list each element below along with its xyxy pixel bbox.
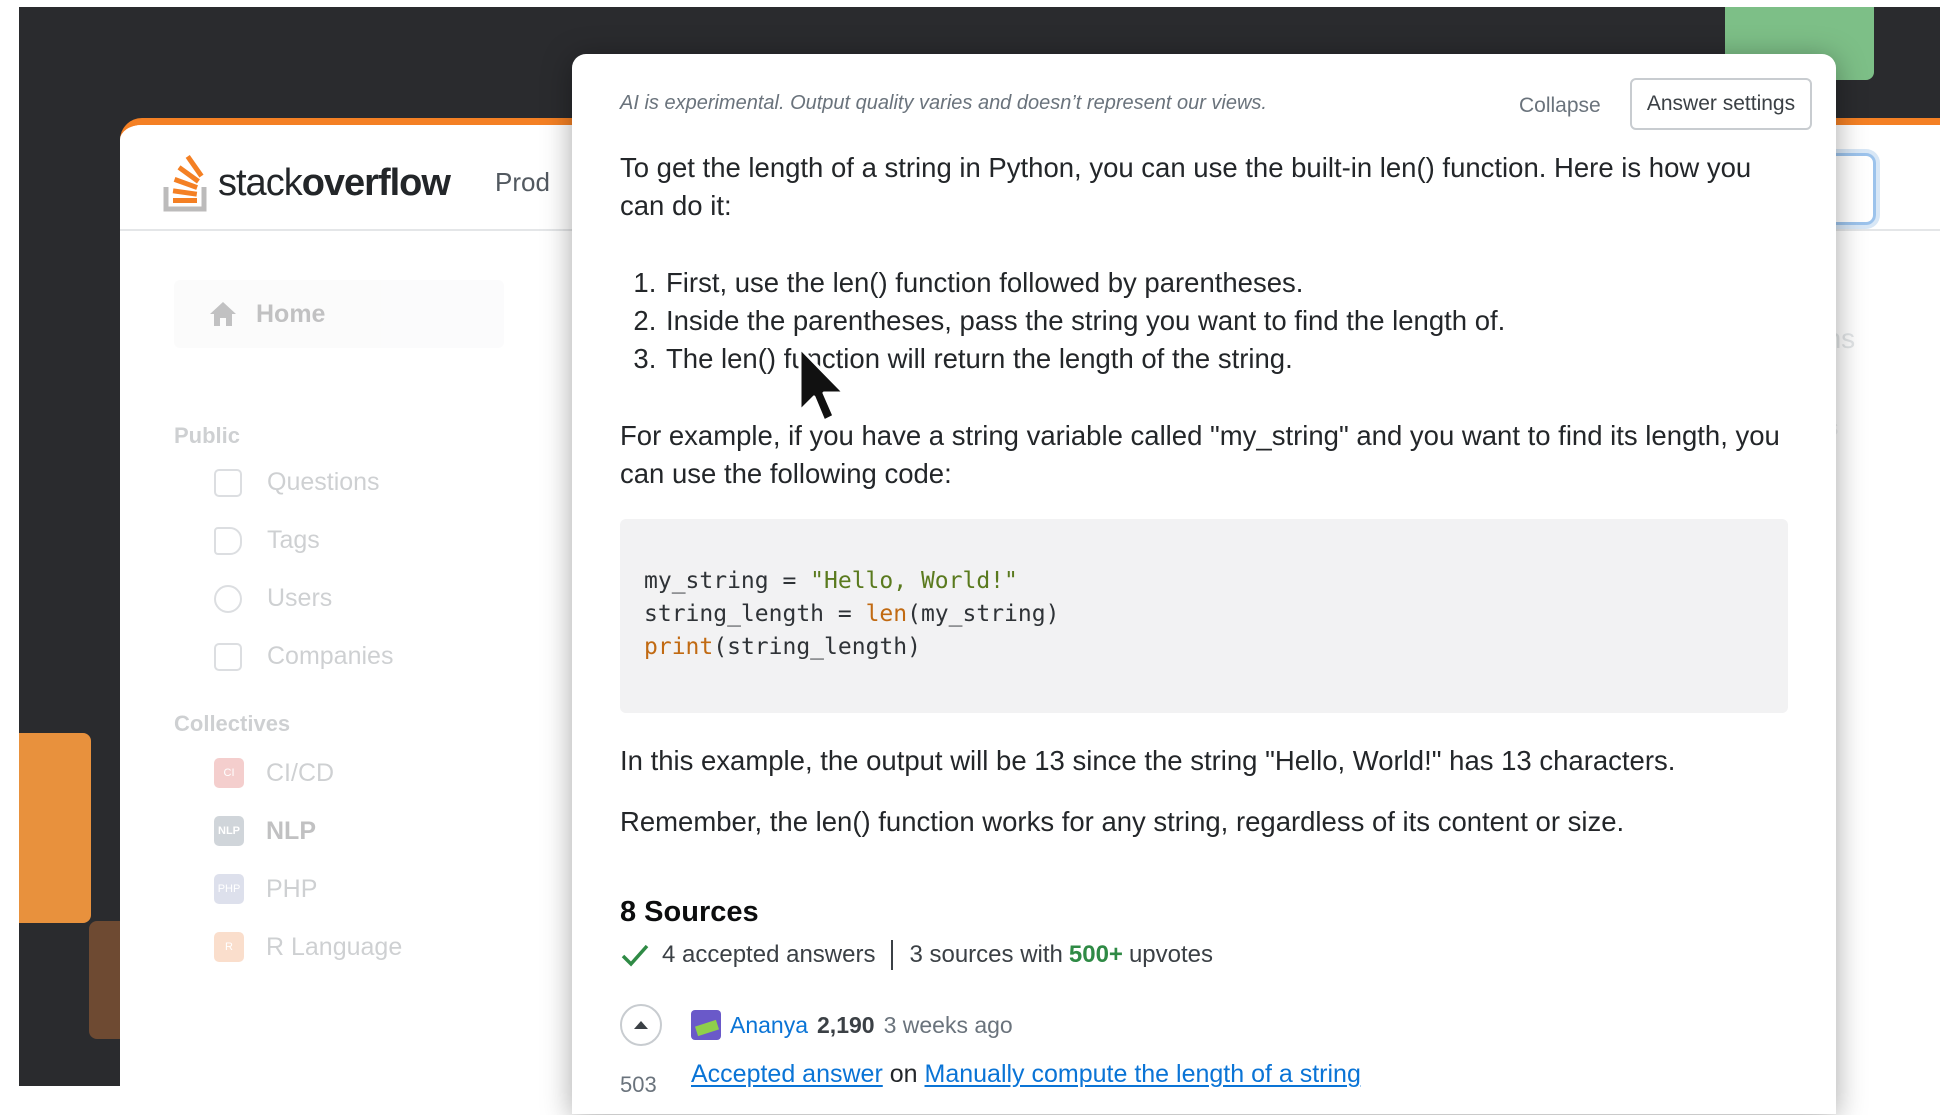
- source-connector: on: [889, 1060, 918, 1088]
- users-icon: [214, 584, 242, 613]
- stackoverflow-logo-icon: [163, 155, 207, 212]
- code-function-token: len: [865, 601, 908, 627]
- sidebar-item-nlp[interactable]: NLP NLP: [214, 816, 316, 846]
- logo-word-stack: stack: [218, 161, 303, 204]
- code-token: string_length =: [644, 601, 866, 627]
- collapse-button[interactable]: Collapse: [1519, 94, 1601, 118]
- upvotes-highlight: 500+: [1068, 941, 1123, 968]
- question-link[interactable]: Manually compute the length of a string: [925, 1060, 1361, 1088]
- code-string-token: "Hello, World!": [810, 568, 1018, 594]
- left-sidebar: Home Public Questions Tags Users Compani…: [120, 231, 540, 1115]
- code-content: my_string = "Hello, World!" string_lengt…: [644, 565, 1059, 664]
- sidebar-item-label: Tags: [267, 526, 320, 554]
- sidebar-item-r-language[interactable]: R R Language: [214, 932, 402, 962]
- upvote-arrow-icon: [634, 1021, 648, 1029]
- ai-disclaimer: AI is experimental. Output quality varie…: [620, 92, 1267, 114]
- divider: [891, 940, 894, 970]
- ai-answer-panel: AI is experimental. Output quality varie…: [572, 54, 1836, 1114]
- sidebar-item-php[interactable]: PHP PHP: [214, 874, 317, 904]
- timestamp: 3 weeks ago: [883, 1011, 1013, 1038]
- reputation: 2,190: [817, 1011, 875, 1038]
- sidebar-item-label: NLP: [266, 816, 316, 845]
- avatar[interactable]: [691, 1010, 721, 1040]
- upvote-button[interactable]: [620, 1004, 662, 1046]
- sidebar-item-companies[interactable]: Companies: [214, 642, 393, 671]
- sidebar-home-label: Home: [256, 299, 326, 328]
- sidebar-section-collectives: Collectives: [174, 711, 291, 736]
- nlp-collective-icon: NLP: [214, 816, 244, 846]
- r-collective-icon: R: [214, 932, 244, 962]
- products-link[interactable]: Prod: [495, 167, 550, 198]
- sidebar-item-cicd[interactable]: CI CI/CD: [214, 758, 334, 788]
- step-item: First, use the len() function followed b…: [664, 264, 1839, 302]
- sidebar-item-label: Companies: [267, 642, 394, 670]
- logo-word-overflow: overflow: [301, 161, 451, 204]
- source-author-row: Ananya 2,190 3 weeks ago: [691, 1010, 1013, 1040]
- sidebar-item-home[interactable]: Home: [174, 280, 504, 348]
- code-function-token: print: [644, 634, 714, 660]
- username-link[interactable]: Ananya: [730, 1012, 808, 1039]
- code-block[interactable]: my_string = "Hello, World!" string_lengt…: [620, 519, 1788, 713]
- sidebar-item-questions[interactable]: Questions: [214, 468, 380, 497]
- tag-icon: [214, 526, 242, 555]
- upvotes-prefix: 3 sources with: [909, 941, 1063, 968]
- example-text: For example, if you have a string variab…: [620, 420, 1780, 489]
- accepted-count: 4 accepted answers: [662, 941, 876, 968]
- step-item: Inside the parentheses, pass the string …: [664, 302, 1839, 340]
- mouse-cursor-icon: [798, 346, 846, 423]
- sources-heading: 8 Sources: [620, 896, 759, 928]
- sidebar-item-tags[interactable]: Tags: [214, 526, 320, 555]
- vote-count: 503: [620, 1072, 657, 1097]
- sidebar-section-public: Public: [174, 423, 241, 448]
- upvotes-suffix: upvotes: [1128, 941, 1213, 968]
- code-token: (my_string): [907, 601, 1060, 627]
- result-text: In this example, the output will be 13 s…: [620, 745, 1676, 776]
- sidebar-item-label: R Language: [266, 932, 403, 961]
- home-icon: [210, 302, 236, 326]
- sidebar-item-users[interactable]: Users: [214, 584, 332, 613]
- checkmark-icon: [621, 944, 649, 967]
- source-link-row: Accepted answer on Manually compute the …: [691, 1060, 1361, 1089]
- sidebar-item-label: CI/CD: [266, 758, 335, 787]
- answer-intro: To get the length of a string in Python,…: [620, 152, 1752, 221]
- briefcase-icon: [214, 642, 242, 671]
- answer-settings-button[interactable]: Answer settings: [1630, 78, 1812, 130]
- sidebar-item-label: Users: [267, 584, 333, 612]
- code-token: my_string =: [644, 568, 811, 594]
- stackoverflow-logo[interactable]: stackoverflow: [162, 153, 451, 213]
- sidebar-item-label: Questions: [267, 468, 380, 496]
- php-collective-icon: PHP: [214, 874, 244, 904]
- accepted-answer-link[interactable]: Accepted answer: [691, 1060, 883, 1088]
- decorative-orange-block: [19, 733, 91, 923]
- reminder-text: Remember, the len() function works for a…: [620, 806, 1625, 837]
- code-token: (string_length): [713, 634, 921, 660]
- sidebar-item-label: PHP: [266, 874, 318, 903]
- sources-summary: 4 accepted answers 3 sources with 500+ u…: [620, 940, 1213, 970]
- questions-icon: [214, 468, 242, 497]
- cicd-collective-icon: CI: [214, 758, 244, 788]
